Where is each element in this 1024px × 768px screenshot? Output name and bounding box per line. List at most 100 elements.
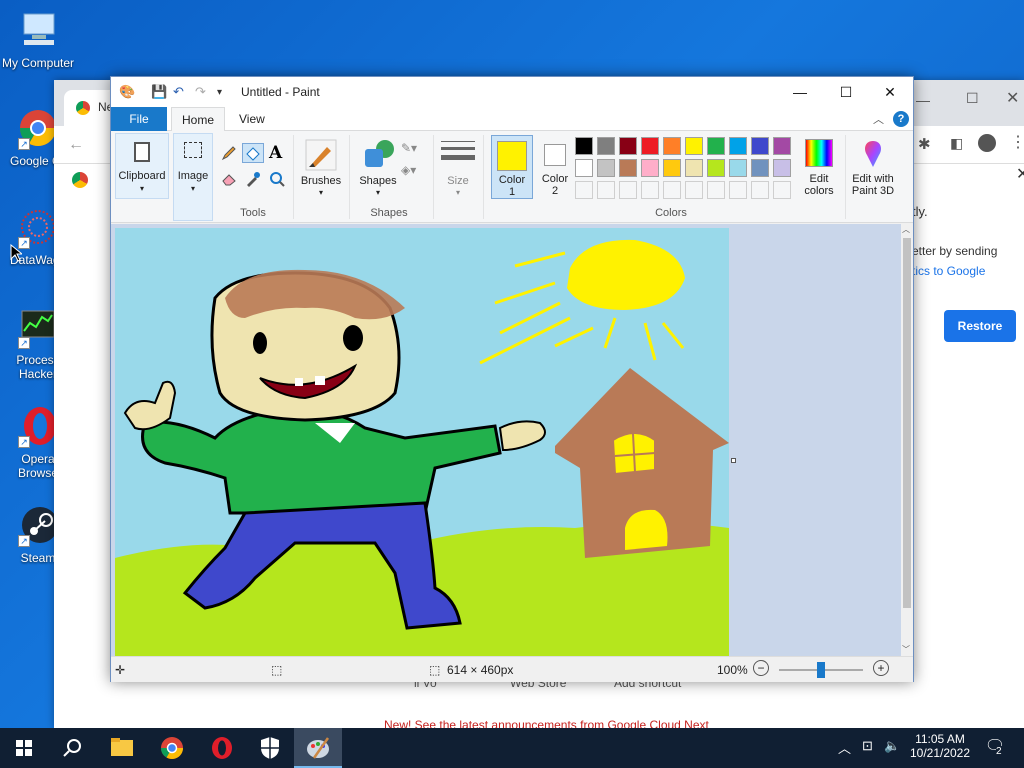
palette-swatch[interactable] — [597, 159, 615, 177]
palette-swatch[interactable] — [619, 181, 637, 199]
palette-swatch[interactable] — [707, 181, 725, 199]
desktop-icon-my-computer[interactable]: My Computer — [2, 8, 74, 70]
ribbon-separator — [845, 135, 846, 219]
chrome-minimize-button[interactable]: — — [916, 92, 930, 108]
restore-button[interactable]: Restore — [944, 310, 1016, 342]
palette-swatch[interactable] — [597, 181, 615, 199]
opera-icon — [212, 737, 232, 759]
palette-swatch[interactable] — [619, 159, 637, 177]
palette-swatch[interactable] — [663, 137, 681, 155]
start-button[interactable] — [0, 728, 48, 768]
brushes-button[interactable]: Brushes ▾ — [297, 133, 345, 203]
palette-swatch[interactable] — [751, 181, 769, 199]
edit-with-paint3d-button[interactable]: Edit with Paint 3D — [847, 133, 899, 203]
eraser-icon[interactable] — [221, 171, 237, 192]
shapes-button[interactable]: Shapes ▾ — [353, 133, 403, 203]
profile-icon[interactable] — [978, 134, 996, 152]
image-dropdown-icon: ▾ — [190, 184, 195, 193]
taskbar-paint[interactable] — [294, 728, 342, 768]
palette-swatch[interactable] — [773, 159, 791, 177]
palette-swatch[interactable] — [619, 137, 637, 155]
size-button[interactable]: Size ▾ — [437, 133, 479, 203]
search-icon — [63, 739, 81, 757]
action-center-button[interactable]: 🗨 2 — [984, 736, 1006, 757]
search-button[interactable] — [48, 728, 96, 768]
network-icon[interactable]: ⊡ — [862, 738, 873, 754]
palette-swatch[interactable] — [729, 159, 747, 177]
clipboard-button[interactable]: Clipboard ▾ — [115, 133, 169, 199]
palette-swatch[interactable] — [773, 181, 791, 199]
outline-icon[interactable]: ✎▾ — [401, 141, 417, 155]
maximize-button[interactable]: ☐ — [823, 77, 869, 107]
zoom-in-icon[interactable]: + — [873, 660, 889, 676]
chrome-icon — [161, 737, 183, 759]
tab-home[interactable]: Home — [171, 107, 226, 132]
menu-icon[interactable]: ⋮ — [1010, 132, 1024, 152]
extensions-icon[interactable]: ✱ — [918, 135, 931, 153]
taskbar-file-explorer[interactable] — [98, 728, 146, 768]
tab-file[interactable]: File — [111, 107, 167, 131]
edit-colors-button[interactable]: Edit colors — [797, 133, 841, 203]
palette-swatch[interactable] — [663, 181, 681, 199]
side-panel-icon[interactable]: ◧ — [950, 135, 963, 152]
palette-swatch[interactable] — [685, 137, 703, 155]
palette-swatch[interactable] — [751, 159, 769, 177]
palette-swatch[interactable] — [707, 137, 725, 155]
chrome-close-button[interactable]: ✕ — [1006, 88, 1019, 108]
palette-swatch[interactable] — [575, 159, 593, 177]
canvas-resize-handle[interactable] — [731, 458, 736, 463]
back-icon[interactable]: ← — [68, 136, 84, 154]
scrollbar-thumb[interactable] — [903, 238, 911, 608]
palette-swatch[interactable] — [685, 159, 703, 177]
scroll-up-icon[interactable]: ︿ — [902, 224, 910, 235]
zoom-out-icon[interactable]: − — [753, 660, 769, 676]
color-picker-icon[interactable] — [245, 171, 261, 192]
tab-view[interactable]: View — [229, 107, 275, 131]
minimize-button[interactable]: — — [777, 77, 823, 107]
palette-swatch[interactable] — [729, 181, 747, 199]
dialog-text-line1: etter by sending — [912, 244, 998, 258]
pencil-icon[interactable] — [221, 145, 237, 166]
help-icon[interactable]: ? — [893, 111, 909, 127]
paint-window[interactable]: 🎨 💾 ↶ ↷ ▾ Untitled - Paint — ☐ ✕ File Ho… — [110, 76, 914, 682]
save-icon[interactable]: 💾 — [151, 84, 167, 100]
taskbar-chrome[interactable] — [148, 728, 196, 768]
undo-icon[interactable]: ↶ — [173, 84, 184, 100]
shape-fill-icon[interactable]: ◈▾ — [401, 163, 416, 177]
magnifier-icon[interactable] — [269, 171, 285, 192]
volume-icon[interactable]: 🔈 — [884, 738, 900, 754]
close-button[interactable]: ✕ — [867, 77, 913, 107]
taskbar-opera[interactable] — [198, 728, 246, 768]
palette-swatch[interactable] — [773, 137, 791, 155]
palette-swatch[interactable] — [641, 181, 659, 199]
palette-swatch[interactable] — [641, 137, 659, 155]
palette-swatch[interactable] — [707, 159, 725, 177]
image-button[interactable]: Image ▾ — [173, 133, 213, 221]
color2-button[interactable]: Color 2 — [535, 135, 577, 199]
color1-button[interactable]: Color 1 — [491, 135, 533, 199]
palette-swatch[interactable] — [685, 181, 703, 199]
palette-swatch[interactable] — [597, 137, 615, 155]
palette-swatch[interactable] — [729, 137, 747, 155]
drawing-canvas[interactable] — [115, 228, 729, 656]
customize-toolbar-icon[interactable]: ▾ — [217, 87, 222, 98]
vertical-scrollbar[interactable]: ︿ ﹀ — [901, 224, 913, 656]
palette-swatch[interactable] — [751, 137, 769, 155]
palette-swatch[interactable] — [641, 159, 659, 177]
text-icon[interactable]: A — [269, 143, 282, 163]
zoom-slider[interactable] — [779, 662, 863, 678]
chrome-maximize-button[interactable]: ☐ — [966, 90, 979, 107]
zoom-slider-thumb[interactable] — [817, 662, 825, 678]
dialog-close-icon[interactable]: ✕ — [1016, 164, 1024, 184]
collapse-ribbon-icon[interactable]: ︿ — [873, 111, 884, 127]
palette-swatch[interactable] — [575, 137, 593, 155]
palette-swatch[interactable] — [663, 159, 681, 177]
scroll-down-icon[interactable]: ﹀ — [902, 644, 910, 655]
taskbar-security[interactable] — [246, 728, 294, 768]
fill-icon[interactable] — [242, 143, 264, 163]
clock[interactable]: 11:05 AM 10/21/2022 — [908, 732, 972, 760]
clipboard-icon — [134, 142, 150, 162]
palette-swatch[interactable] — [575, 181, 593, 199]
redo-icon[interactable]: ↷ — [195, 84, 206, 100]
show-hidden-icons[interactable]: ︿ — [838, 738, 851, 757]
